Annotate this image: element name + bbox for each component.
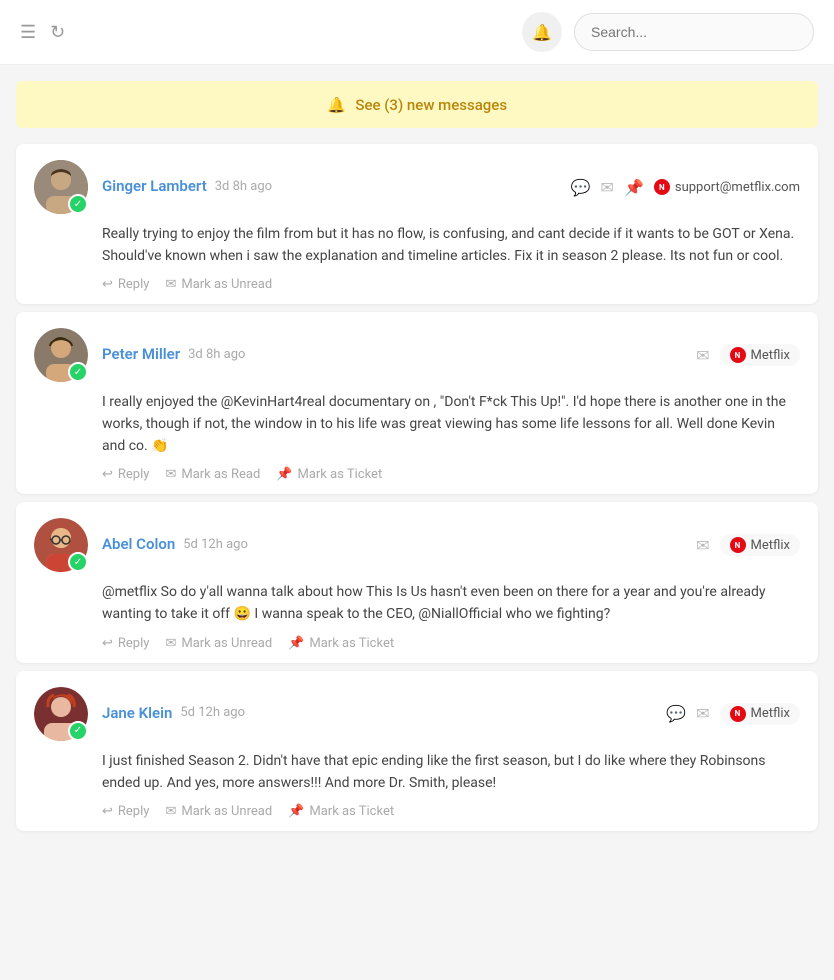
message-body-4: I just finished Season 2. Didn't have th… bbox=[102, 751, 800, 794]
message-meta-2: Peter Miller 3d 8h ago bbox=[102, 345, 696, 365]
banner-bell-icon: 🔔 bbox=[327, 96, 346, 114]
email-footer-icon-3: ✉ bbox=[165, 636, 176, 651]
search-input[interactable] bbox=[574, 13, 814, 51]
message-top-row-3: Abel Colon 5d 12h ago bbox=[102, 535, 696, 553]
whatsapp-badge-3: ✓ bbox=[68, 552, 88, 572]
message-actions-right-3: ✉ N Metflix bbox=[696, 534, 800, 556]
message-actions-right-1: 💬 ✉ 📌 N support@metflix.com bbox=[571, 178, 800, 197]
message-card-3: ✓ Abel Colon 5d 12h ago ✉ N Metflix @met… bbox=[16, 502, 818, 662]
timestamp-4: 5d 12h ago bbox=[180, 705, 245, 720]
avatar-wrapper-1: ✓ bbox=[34, 160, 88, 214]
email-footer-icon-2: ✉ bbox=[165, 467, 176, 482]
email-icon-3[interactable]: ✉ bbox=[696, 536, 709, 555]
new-messages-text: 🔔 See (3) new messages bbox=[327, 96, 507, 114]
email-footer-icon-1: ✉ bbox=[165, 277, 176, 292]
timestamp-1: 3d 8h ago bbox=[215, 179, 272, 194]
reply-action-1[interactable]: ↩ Reply bbox=[102, 277, 149, 292]
email-icon-2[interactable]: ✉ bbox=[696, 346, 709, 365]
source-dot-3: N bbox=[730, 537, 746, 553]
message-body-2: I really enjoyed the @KevinHart4real doc… bbox=[102, 392, 800, 457]
message-card-4: ✓ Jane Klein 5d 12h ago 💬 ✉ N Metflix I … bbox=[16, 671, 818, 831]
message-header-2: ✓ Peter Miller 3d 8h ago ✉ N Metflix bbox=[34, 328, 800, 382]
message-body-1: Really trying to enjoy the film from but… bbox=[102, 224, 800, 267]
source-badge-1: N support@metflix.com bbox=[654, 179, 800, 195]
reply-action-3[interactable]: ↩ Reply bbox=[102, 636, 149, 651]
messages-container: ✓ Ginger Lambert 3d 8h ago 💬 ✉ 📌 N suppo… bbox=[0, 136, 834, 847]
whatsapp-badge-2: ✓ bbox=[68, 362, 88, 382]
header: ☰ ↻ 🔔 bbox=[0, 0, 834, 65]
reply-action-4[interactable]: ↩ Reply bbox=[102, 804, 149, 819]
message-footer-4: ↩ Reply ✉ Mark as Unread 📌 Mark as Ticke… bbox=[102, 804, 800, 819]
timestamp-3: 5d 12h ago bbox=[183, 537, 248, 552]
reply-icon-4: ↩ bbox=[102, 804, 113, 819]
message-top-row-2: Peter Miller 3d 8h ago bbox=[102, 345, 696, 363]
mark-unread-action-3[interactable]: ✉ Mark as Unread bbox=[165, 636, 272, 651]
mark-unread-action-4[interactable]: ✉ Mark as Unread bbox=[165, 804, 272, 819]
reply-icon-2: ↩ bbox=[102, 467, 113, 482]
source-label-2: Metflix bbox=[751, 348, 791, 363]
chat-icon-1[interactable]: 💬 bbox=[571, 178, 591, 197]
message-actions-right-4: 💬 ✉ N Metflix bbox=[666, 703, 800, 725]
source-label-3: Metflix bbox=[751, 538, 791, 553]
timestamp-2: 3d 8h ago bbox=[188, 347, 245, 362]
message-header-4: ✓ Jane Klein 5d 12h ago 💬 ✉ N Metflix bbox=[34, 687, 800, 741]
message-header-1: ✓ Ginger Lambert 3d 8h ago 💬 ✉ 📌 N suppo… bbox=[34, 160, 800, 214]
message-meta-1: Ginger Lambert 3d 8h ago bbox=[102, 177, 571, 197]
reply-action-2[interactable]: ↩ Reply bbox=[102, 467, 149, 482]
ticket-icon-4: 📌 bbox=[288, 804, 304, 819]
message-card-1: ✓ Ginger Lambert 3d 8h ago 💬 ✉ 📌 N suppo… bbox=[16, 144, 818, 304]
source-label-1: support@metflix.com bbox=[675, 180, 800, 195]
source-badge-3: N Metflix bbox=[720, 534, 801, 556]
message-footer-1: ↩ Reply ✉ Mark as Unread bbox=[102, 277, 800, 292]
mark-ticket-action-4[interactable]: 📌 Mark as Ticket bbox=[288, 804, 394, 819]
sender-name-2: Peter Miller bbox=[102, 345, 180, 363]
source-dot-4: N bbox=[730, 706, 746, 722]
mark-unread-action-1[interactable]: ✉ Mark as Unread bbox=[165, 277, 272, 292]
sender-name-4: Jane Klein bbox=[102, 704, 172, 722]
chat-icon-4[interactable]: 💬 bbox=[666, 704, 686, 723]
message-header-3: ✓ Abel Colon 5d 12h ago ✉ N Metflix bbox=[34, 518, 800, 572]
sender-name-1: Ginger Lambert bbox=[102, 177, 207, 195]
source-dot-2: N bbox=[730, 347, 746, 363]
message-top-row-4: Jane Klein 5d 12h ago bbox=[102, 704, 666, 722]
avatar-wrapper-2: ✓ bbox=[34, 328, 88, 382]
source-label-4: Metflix bbox=[751, 706, 791, 721]
list-icon[interactable]: ☰ bbox=[20, 22, 36, 43]
email-footer-icon-4: ✉ bbox=[165, 804, 176, 819]
refresh-icon[interactable]: ↻ bbox=[50, 22, 65, 43]
ticket-icon-3: 📌 bbox=[288, 636, 304, 651]
sender-name-3: Abel Colon bbox=[102, 535, 175, 553]
message-meta-4: Jane Klein 5d 12h ago bbox=[102, 704, 666, 724]
message-body-3: @metflix So do y'all wanna talk about ho… bbox=[102, 582, 800, 625]
ticket-icon-2: 📌 bbox=[276, 467, 292, 482]
source-badge-2: N Metflix bbox=[720, 344, 801, 366]
mark-ticket-action-2[interactable]: 📌 Mark as Ticket bbox=[276, 467, 382, 482]
header-left-icons: ☰ ↻ bbox=[20, 22, 65, 43]
reply-icon-3: ↩ bbox=[102, 636, 113, 651]
avatar-wrapper-3: ✓ bbox=[34, 518, 88, 572]
source-badge-4: N Metflix bbox=[720, 703, 801, 725]
message-card-2: ✓ Peter Miller 3d 8h ago ✉ N Metflix I r… bbox=[16, 312, 818, 494]
email-icon-1[interactable]: ✉ bbox=[601, 178, 614, 197]
pin-icon-1[interactable]: 📌 bbox=[624, 178, 644, 197]
mark-ticket-action-3[interactable]: 📌 Mark as Ticket bbox=[288, 636, 394, 651]
source-dot-1: N bbox=[654, 179, 670, 195]
email-icon-4[interactable]: ✉ bbox=[696, 704, 709, 723]
reply-icon-1: ↩ bbox=[102, 277, 113, 292]
mark-read-action-2[interactable]: ✉ Mark as Read bbox=[165, 467, 260, 482]
new-messages-banner[interactable]: 🔔 See (3) new messages bbox=[16, 81, 818, 128]
message-footer-3: ↩ Reply ✉ Mark as Unread 📌 Mark as Ticke… bbox=[102, 636, 800, 651]
message-footer-2: ↩ Reply ✉ Mark as Read 📌 Mark as Ticket bbox=[102, 467, 800, 482]
whatsapp-badge-4: ✓ bbox=[68, 721, 88, 741]
message-actions-right-2: ✉ N Metflix bbox=[696, 344, 800, 366]
whatsapp-badge-1: ✓ bbox=[68, 194, 88, 214]
avatar-wrapper-4: ✓ bbox=[34, 687, 88, 741]
message-meta-3: Abel Colon 5d 12h ago bbox=[102, 535, 696, 555]
notification-button[interactable]: 🔔 bbox=[522, 12, 562, 52]
message-top-row-1: Ginger Lambert 3d 8h ago bbox=[102, 177, 571, 195]
